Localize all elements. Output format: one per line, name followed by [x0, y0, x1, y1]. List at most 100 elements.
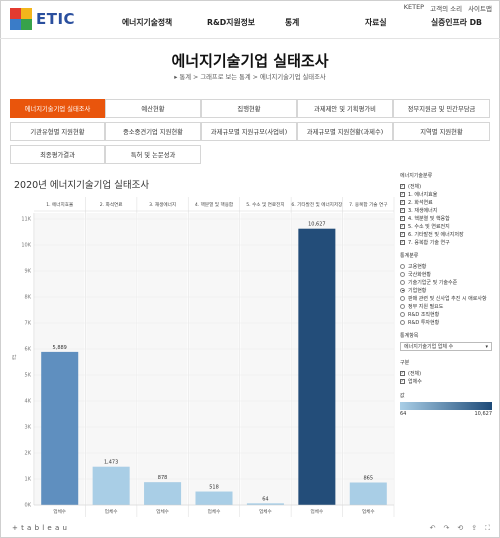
stat-filter-option-label: 기술기업군 및 기술수준 — [408, 279, 458, 286]
y-tick-label: 8K — [25, 295, 32, 301]
category-header-label: 4. 핵분열 및 핵융합 — [195, 201, 234, 208]
filter-field-list: ✓ (전체) ✓ 1. 에너지효율 ✓ 2. 화석연료 ✓ 3. 재생에너지 ✓ 4. 핵분열 및… — [400, 182, 492, 246]
stat-filter-option[interactable]: 고용현황 — [400, 262, 492, 270]
filter-title-item: 통계항목 — [400, 333, 419, 339]
tab-sme[interactable]: 중소중견기업 지원현황 — [105, 122, 201, 141]
div-filter-option[interactable]: ✓ (전체) — [400, 369, 492, 377]
checkbox[interactable]: ✓ — [400, 370, 405, 376]
tab-project-size-budget[interactable]: 과제규모별 지원규모(사업비) — [201, 122, 297, 141]
checkbox[interactable]: ✓ — [400, 223, 405, 229]
radio-button[interactable] — [400, 311, 405, 317]
field-filter-option[interactable]: ✓ (전체) — [400, 182, 492, 190]
fullscreen-icon[interactable]: ⛶ — [485, 524, 490, 533]
utility-link-sitemap[interactable]: 사이트맵 — [468, 3, 492, 13]
chart-pane — [137, 213, 188, 505]
stat-filter-option[interactable]: 국산화현황 — [400, 270, 492, 278]
checkbox[interactable]: ✓ — [400, 378, 405, 384]
tab-gov-private-funding[interactable]: 정부지원금 및 민간부담금 — [393, 99, 490, 118]
bar — [349, 482, 387, 505]
checkbox[interactable]: ✓ — [400, 215, 405, 221]
x-axis-label: 업체수 — [208, 508, 221, 515]
stat-filter-option[interactable]: 판매 관련 및 신사업 추진 시 애로사항 — [400, 294, 492, 302]
stat-filter-option-label: 국산화현황 — [408, 271, 432, 278]
checkbox[interactable]: ✓ — [400, 191, 405, 197]
tab-energy-company-survey[interactable]: 에너지기술기업 실태조사 — [10, 99, 105, 118]
field-filter-option-label: (전체) — [408, 183, 422, 190]
tab-final-evaluation[interactable]: 최종평가결과 — [10, 145, 105, 164]
field-filter-option[interactable]: ✓ 1. 에너지효율 — [400, 190, 492, 198]
filter-stat-list: 고용현황 국산화현황 기술기업군 및 기술수준 기업현황 판매 관련 및 신사업 추진 … — [400, 262, 492, 326]
tab-budget[interactable]: 예산현황 — [105, 99, 201, 118]
radio-button[interactable] — [400, 271, 405, 277]
x-axis-label: 업체수 — [362, 508, 375, 515]
checkbox[interactable]: ✓ — [400, 239, 405, 245]
tab-by-institution-type[interactable]: 기관유형별 지원현황 — [10, 122, 105, 141]
color-legend-bar — [400, 402, 492, 410]
stat-filter-option[interactable]: R&D 조직현황 — [400, 310, 492, 318]
utility-link-ketep[interactable]: KETEP — [404, 3, 424, 13]
stat-filter-option[interactable]: 기술기업군 및 기술수준 — [400, 278, 492, 286]
field-filter-option[interactable]: ✓ 3. 재생에너지 — [400, 206, 492, 214]
category-header-label: 1. 에너지효율 — [46, 201, 73, 208]
y-tick-label: 5K — [25, 373, 32, 379]
x-axis-label: 업체수 — [105, 508, 118, 515]
tab-regional[interactable]: 지역별 지원현황 — [393, 122, 490, 141]
y-tick-label: 4K — [25, 399, 32, 405]
field-filter-option[interactable]: ✓ 7. 융복합 기술 연구 — [400, 238, 492, 246]
bar — [144, 482, 182, 505]
x-axis-label: 업체수 — [311, 508, 324, 515]
stat-filter-option[interactable]: R&D 투자현황 — [400, 318, 492, 326]
chart-pane — [343, 213, 393, 505]
stat-filter-option-label: 기업현황 — [408, 287, 427, 294]
tab-proposal-planning[interactable]: 과제제안 및 기획평가비 — [297, 99, 393, 118]
field-filter-option-label: 7. 융복합 기술 연구 — [408, 239, 450, 246]
utility-links: KETEP 고객의 소리 사이트맵 — [404, 3, 492, 13]
field-filter-option-label: 1. 에너지효율 — [408, 191, 438, 198]
div-filter-option[interactable]: ✓ 업체수 — [400, 377, 492, 385]
tab-project-size-count[interactable]: 과제규모별 지원현황(과제수) — [297, 122, 393, 141]
radio-button[interactable] — [400, 287, 405, 293]
radio-button[interactable] — [400, 303, 405, 309]
bar-value-label: 10,627 — [308, 222, 326, 228]
y-axis-title: 값 — [12, 354, 17, 361]
radio-button[interactable] — [400, 279, 405, 285]
radio-button[interactable] — [400, 263, 405, 269]
stat-item-select-value: 에너지기술기업 업체 수 — [404, 344, 454, 350]
share-icon[interactable]: ⇪ — [471, 524, 477, 533]
checkbox[interactable]: ✓ — [400, 183, 405, 189]
tab-patents-papers[interactable]: 특허 및 논문성과 — [105, 145, 201, 164]
nav-statistics[interactable]: 통계 — [285, 17, 365, 28]
redo-icon[interactable]: ↷ — [443, 524, 449, 533]
field-filter-option[interactable]: ✓ 2. 화석연료 — [400, 198, 492, 206]
tab-execution[interactable]: 집행현황 — [201, 99, 297, 118]
viz-title: 2020년 에너지기술기업 실태조사 — [14, 180, 150, 191]
checkbox[interactable]: ✓ — [400, 231, 405, 237]
undo-icon[interactable]: ↶ — [430, 524, 436, 533]
stat-filter-option[interactable]: 기업현황 — [400, 286, 492, 294]
y-tick-label: 10K — [21, 243, 31, 249]
legend-title: 값 — [400, 393, 405, 399]
radio-button[interactable] — [400, 295, 405, 301]
radio-button[interactable] — [400, 319, 405, 325]
stat-item-select[interactable]: 에너지기술기업 업체 수 ▾ — [400, 342, 492, 351]
field-filter-option[interactable]: ✓ 6. 기타발전 및 에너지저장 — [400, 230, 492, 238]
filter-panel: 에너지기술분류 ✓ (전체) ✓ 1. 에너지효율 ✓ 2. 화석연료 ✓ 3. 재생에너지 ✓… — [400, 172, 492, 417]
stat-filter-option-label: R&D 조직현황 — [408, 311, 440, 318]
bar-value-label: 865 — [364, 476, 374, 482]
y-tick-label: 3K — [25, 425, 32, 431]
revert-icon[interactable]: ⟲ — [457, 524, 463, 533]
field-filter-option[interactable]: ✓ 5. 수소 및 연료전지 — [400, 222, 492, 230]
nav-library[interactable]: 자료실 — [365, 17, 431, 28]
stat-filter-option-label: 판매 관련 및 신사업 추진 시 애로사항 — [408, 295, 487, 302]
field-filter-option[interactable]: ✓ 4. 핵분열 및 핵융합 — [400, 214, 492, 222]
nav-rnd-support[interactable]: R&D지원정보 — [207, 17, 285, 28]
checkbox[interactable]: ✓ — [400, 207, 405, 213]
nav-demo-infra-db[interactable]: 실증인프라 DB — [431, 17, 482, 28]
checkbox[interactable]: ✓ — [400, 199, 405, 205]
div-filter-option-label: 업체수 — [408, 378, 422, 385]
utility-link-voc[interactable]: 고객의 소리 — [430, 3, 462, 13]
stat-filter-option[interactable]: 정부 지원 필요도 — [400, 302, 492, 310]
filter-title-field: 에너지기술분류 — [400, 173, 433, 179]
site-logo[interactable]: ETIC — [10, 8, 75, 30]
nav-energy-policy[interactable]: 에너지기술정책 — [122, 17, 207, 28]
